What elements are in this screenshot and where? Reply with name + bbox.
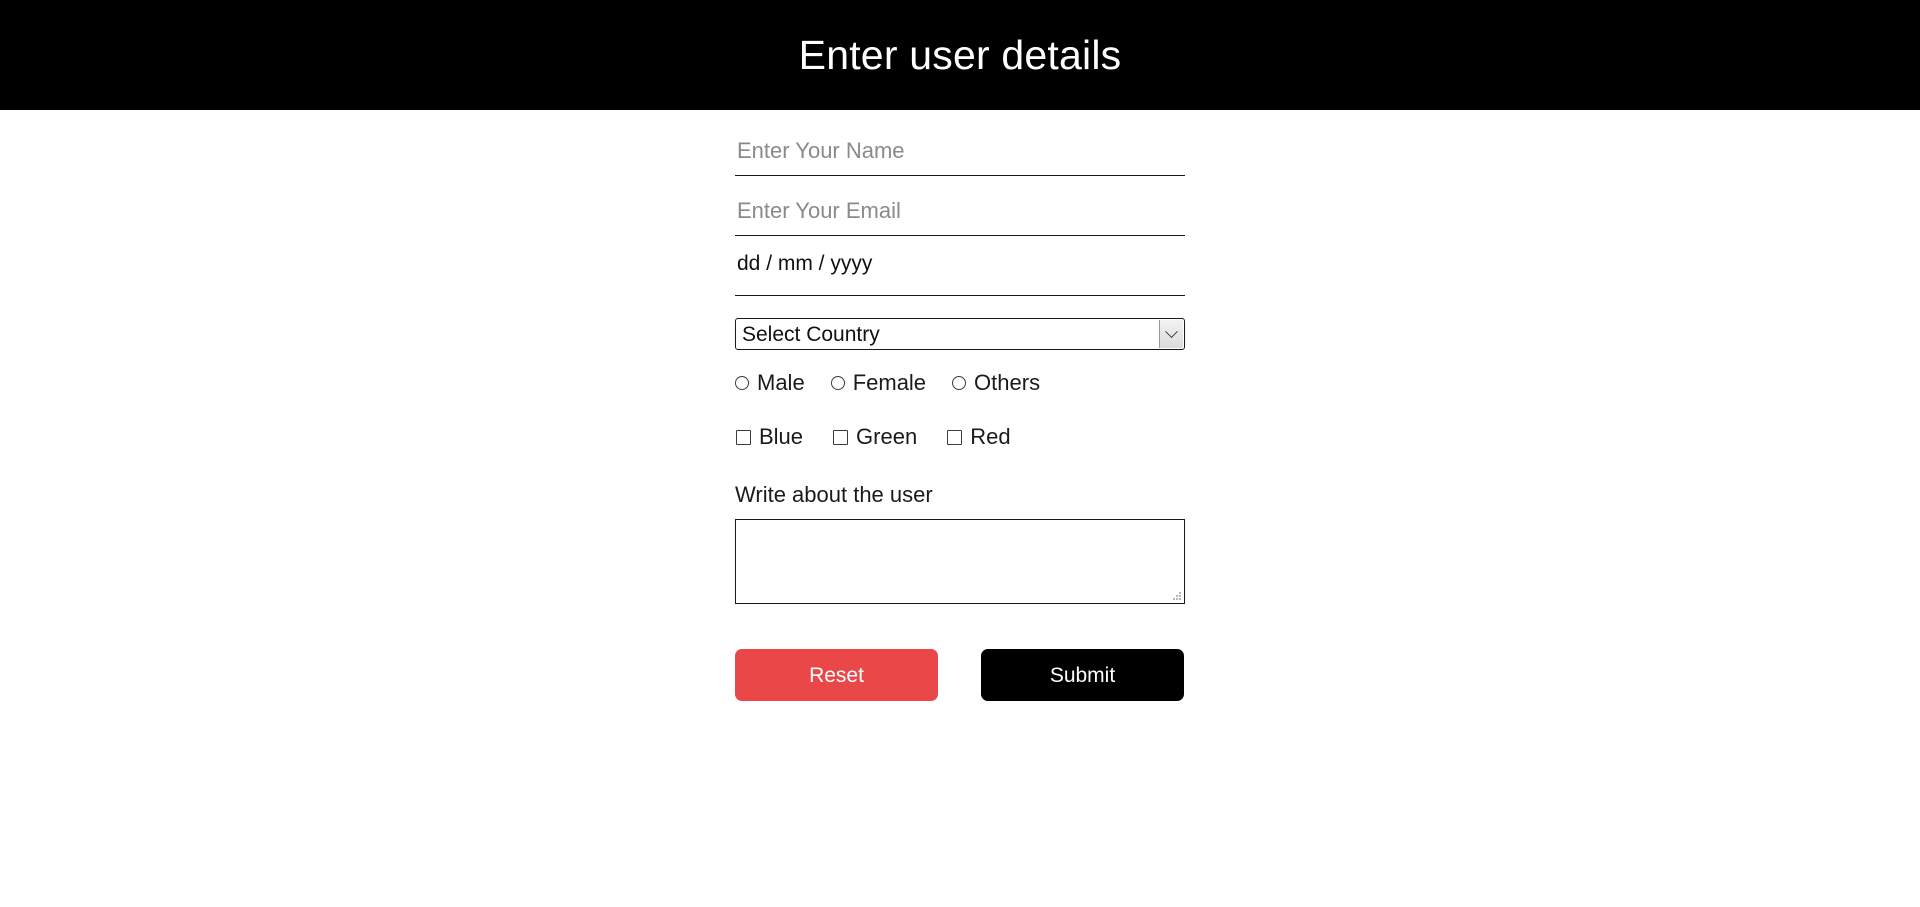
color-checkbox-group: Blue Green Red — [735, 426, 1185, 448]
form-container: dd / mm / yyyy Select Country Male — [0, 110, 1920, 701]
radio-option-male[interactable]: Male — [735, 372, 805, 394]
checkbox-icon[interactable] — [833, 429, 849, 445]
radio-label-others: Others — [974, 370, 1041, 395]
page-header: Enter user details — [0, 0, 1920, 110]
radio-label-female: Female — [852, 370, 927, 395]
checkbox-option-blue[interactable]: Blue — [736, 426, 803, 448]
reset-button[interactable]: Reset — [735, 649, 938, 701]
country-select-row: Select Country — [735, 318, 1185, 350]
radio-label-male: Male — [757, 370, 805, 395]
checkbox-option-green[interactable]: Green — [833, 426, 917, 448]
user-details-form: dd / mm / yyyy Select Country Male — [735, 132, 1185, 701]
email-input[interactable] — [735, 192, 1185, 236]
country-select[interactable]: Select Country — [735, 318, 1185, 350]
name-input[interactable] — [735, 132, 1185, 176]
resize-handle-icon[interactable] — [1171, 590, 1181, 600]
checkbox-option-red[interactable]: Red — [947, 424, 1011, 449]
radio-icon[interactable] — [830, 376, 845, 390]
submit-button[interactable]: Submit — [981, 649, 1184, 701]
chevron-glyph — [1165, 324, 1178, 338]
spacer-name-email — [735, 176, 1185, 192]
chevron-down-icon[interactable] — [1159, 320, 1183, 348]
user-details-page: Enter user details dd / mm / yyyy Select… — [0, 0, 1920, 907]
radio-icon[interactable] — [952, 376, 967, 390]
about-label: Write about the user — [735, 482, 933, 507]
checkbox-icon[interactable] — [736, 429, 751, 445]
radio-option-others[interactable]: Others — [952, 372, 1040, 394]
checkbox-label-blue: Blue — [759, 424, 804, 449]
dob-input[interactable]: dd / mm / yyyy — [735, 252, 1185, 296]
checkbox-label-green: Green — [856, 424, 918, 449]
radio-option-female[interactable]: Female — [830, 370, 927, 395]
about-textarea[interactable] — [735, 519, 1185, 604]
form-actions: Reset Submit — [735, 649, 1185, 701]
country-select-value: Select Country — [742, 322, 880, 346]
page-title: Enter user details — [798, 31, 1122, 78]
checkbox-label-red: Red — [970, 424, 1011, 449]
gender-radio-group: Male Female Others — [735, 372, 1185, 394]
radio-icon[interactable] — [735, 376, 749, 390]
checkbox-icon[interactable] — [947, 429, 963, 445]
